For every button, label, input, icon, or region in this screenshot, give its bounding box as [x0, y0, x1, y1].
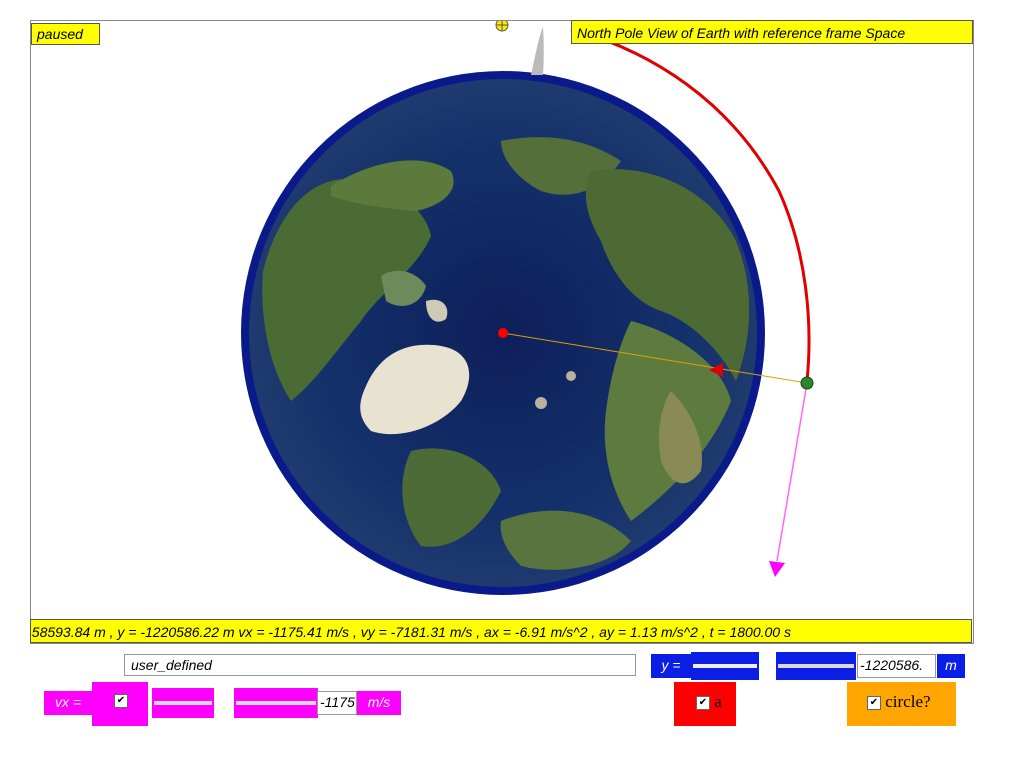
- y-slider-left[interactable]: [691, 652, 759, 680]
- model-name-field[interactable]: [124, 654, 636, 676]
- vx-unit: m/s: [357, 691, 401, 715]
- checkbox-icon[interactable]: ✔: [867, 696, 881, 711]
- vx-slider-right[interactable]: [234, 688, 318, 718]
- acceleration-toggle-label: a: [714, 692, 722, 711]
- acceleration-toggle-button[interactable]: ✔ a: [674, 682, 736, 726]
- circle-toggle-button[interactable]: ✔ circle?: [847, 682, 956, 726]
- vx-slider-left[interactable]: [152, 688, 214, 718]
- vx-checkbox-panel[interactable]: ✔: [92, 682, 148, 726]
- checkbox-icon[interactable]: ✔: [696, 696, 710, 711]
- vx-label: vx =: [44, 691, 92, 715]
- satellite-dot[interactable]: [800, 376, 814, 390]
- y-label: y =: [651, 654, 691, 678]
- simulation-view[interactable]: [31, 21, 973, 643]
- state-readout: 458593.84 m , y = -1220586.22 m vx = -11…: [30, 619, 972, 643]
- view-title: North Pole View of Earth with reference …: [571, 20, 973, 44]
- y-slider-right[interactable]: [776, 652, 856, 680]
- satellite-shadow: [531, 27, 544, 75]
- y-value-field[interactable]: -1220586.: [857, 654, 936, 678]
- vx-value-field[interactable]: -1175: [317, 691, 357, 715]
- status-label: paused: [31, 23, 100, 45]
- simulation-canvas[interactable]: [30, 20, 974, 644]
- velocity-line: [776, 382, 808, 562]
- earth-center-dot: [498, 328, 508, 338]
- y-unit: m: [937, 654, 965, 678]
- velocity-arrow-icon[interactable]: [769, 561, 785, 577]
- checkbox-icon[interactable]: ✔: [114, 693, 128, 708]
- circle-toggle-label: circle?: [885, 692, 931, 711]
- pin-icon[interactable]: [495, 21, 509, 32]
